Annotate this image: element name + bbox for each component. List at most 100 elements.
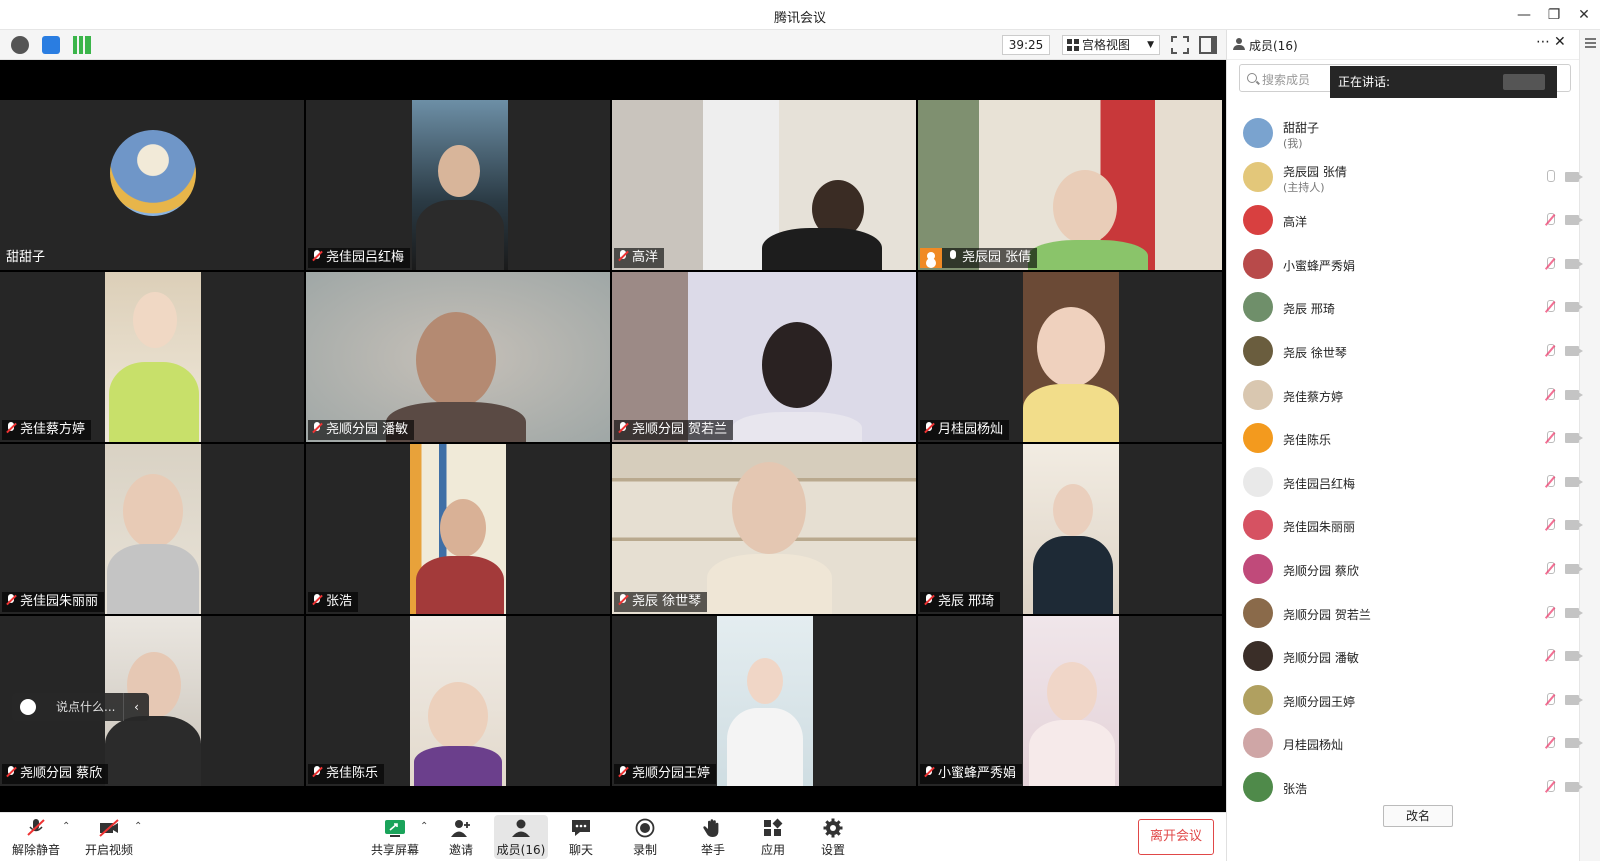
chat-placeholder: 说点什么... bbox=[56, 700, 116, 714]
member-row[interactable]: 尧顺分园 蔡欣 bbox=[1227, 548, 1583, 591]
camera-icon[interactable] bbox=[1565, 302, 1583, 312]
member-row[interactable]: 尧佳蔡方婷 bbox=[1227, 374, 1583, 417]
signal-icon[interactable] bbox=[73, 36, 91, 54]
mic-muted-icon[interactable] bbox=[1545, 736, 1555, 750]
share-options-caret[interactable]: ⌃ bbox=[420, 821, 428, 832]
mic-muted-icon[interactable] bbox=[1545, 300, 1555, 314]
mic-muted-icon[interactable] bbox=[1545, 344, 1555, 358]
info-icon[interactable] bbox=[11, 36, 29, 54]
mic-muted-icon[interactable] bbox=[1545, 388, 1555, 402]
invite-button[interactable]: 邀请 bbox=[434, 815, 488, 859]
raise-hand-button[interactable]: 举手 bbox=[686, 815, 740, 859]
chat-button[interactable]: 聊天 bbox=[554, 815, 608, 859]
video-tile[interactable]: 月桂园杨灿 bbox=[918, 272, 1222, 442]
camera-icon[interactable] bbox=[1565, 608, 1583, 618]
security-shield-icon[interactable] bbox=[42, 36, 60, 54]
video-tile[interactable]: 尧辰 邢琦 bbox=[918, 444, 1222, 614]
chat-quick-input[interactable]: 说点什么... ‹ bbox=[12, 693, 149, 721]
video-tile[interactable]: 甜甜子 bbox=[0, 100, 304, 270]
leave-meeting-button[interactable]: 离开会议 bbox=[1138, 819, 1214, 855]
video-options-caret[interactable]: ⌃ bbox=[134, 821, 142, 832]
members-button[interactable]: 成员(16) bbox=[494, 815, 548, 859]
video-tile[interactable]: 尧顺分园 贺若兰 bbox=[612, 272, 916, 442]
member-row[interactable]: 尧佳陈乐 bbox=[1227, 417, 1583, 460]
start-video-button[interactable]: 开启视频 bbox=[78, 815, 140, 859]
mic-muted-icon[interactable] bbox=[1545, 475, 1555, 489]
minimize-button[interactable]: — bbox=[1510, 4, 1538, 26]
video-tile[interactable]: 高洋 bbox=[612, 100, 916, 270]
close-button[interactable]: ✕ bbox=[1570, 4, 1598, 26]
video-tile[interactable]: 尧顺分园王婷 bbox=[612, 616, 916, 786]
camera-icon[interactable] bbox=[1565, 346, 1583, 356]
settings-button[interactable]: 设置 bbox=[806, 815, 860, 859]
video-tile[interactable]: 尧佳园朱丽丽 bbox=[0, 444, 304, 614]
emoji-icon[interactable] bbox=[20, 699, 36, 715]
mic-muted-icon[interactable] bbox=[1545, 562, 1555, 576]
mic-muted-icon[interactable] bbox=[1545, 257, 1555, 271]
video-tile[interactable]: 张浩 bbox=[306, 444, 610, 614]
member-row[interactable]: 月桂园杨灿 bbox=[1227, 722, 1583, 765]
mic-muted-icon[interactable] bbox=[1545, 606, 1555, 620]
camera-icon[interactable] bbox=[1565, 390, 1583, 400]
rename-button[interactable]: 改名 bbox=[1383, 805, 1453, 827]
mic-muted-icon[interactable] bbox=[1545, 518, 1555, 532]
member-row[interactable]: 小蜜蜂严秀娟 bbox=[1227, 243, 1583, 286]
mic-muted-icon[interactable] bbox=[1545, 431, 1555, 445]
more-options-icon[interactable]: ⋯ bbox=[1536, 34, 1550, 50]
camera-feed bbox=[612, 272, 916, 442]
member-row[interactable]: 尧辰 邢琦 bbox=[1227, 286, 1583, 329]
member-row[interactable]: 尧顺分园 贺若兰 bbox=[1227, 592, 1583, 635]
tile-label: 尧辰 邢琦 bbox=[920, 592, 1001, 612]
camera-icon[interactable] bbox=[1565, 215, 1583, 225]
fullscreen-icon[interactable] bbox=[1171, 36, 1189, 54]
member-row[interactable]: 尧辰 徐世琴 bbox=[1227, 330, 1583, 373]
record-button[interactable]: 录制 bbox=[618, 815, 672, 859]
camera-icon[interactable] bbox=[1565, 651, 1583, 661]
close-icon[interactable]: ✕ bbox=[1554, 34, 1566, 50]
camera-icon[interactable] bbox=[1565, 259, 1583, 269]
video-tile[interactable]: 小蜜蜂严秀娟 bbox=[918, 616, 1222, 786]
share-screen-button[interactable]: 共享屏幕 bbox=[364, 815, 426, 859]
camera-icon[interactable] bbox=[1565, 695, 1583, 705]
video-tile[interactable]: 尧佳陈乐 bbox=[306, 616, 610, 786]
camera-icon[interactable] bbox=[1565, 782, 1583, 792]
video-tile[interactable]: 尧佳园吕红梅 bbox=[306, 100, 610, 270]
apps-button[interactable]: 应用 bbox=[746, 815, 800, 859]
member-row[interactable]: 张浩 bbox=[1227, 766, 1583, 809]
camera-icon[interactable] bbox=[1565, 172, 1583, 182]
mic-muted-icon[interactable] bbox=[1545, 213, 1555, 227]
video-tile[interactable]: 尧顺分园 潘敏 bbox=[306, 272, 610, 442]
camera-icon[interactable] bbox=[1565, 564, 1583, 574]
mic-muted-icon[interactable] bbox=[1545, 780, 1555, 794]
camera-icon[interactable] bbox=[1565, 520, 1583, 530]
mic-muted-icon[interactable] bbox=[1545, 693, 1555, 707]
person-head bbox=[133, 292, 177, 348]
member-row[interactable]: 尧佳园朱丽丽 bbox=[1227, 504, 1583, 547]
maximize-button[interactable]: ❐ bbox=[1540, 4, 1568, 26]
view-mode-dropdown[interactable]: 宫格视图 ▼ bbox=[1062, 35, 1160, 55]
menu-icon[interactable] bbox=[1585, 38, 1596, 40]
member-row[interactable]: 尧顺分园 潘敏 bbox=[1227, 635, 1583, 678]
person-head bbox=[747, 658, 783, 704]
avatar bbox=[1243, 423, 1273, 453]
video-tile[interactable]: 尧佳蔡方婷 bbox=[0, 272, 304, 442]
audio-options-caret[interactable]: ⌃ bbox=[62, 821, 70, 832]
video-tile[interactable]: 尧辰园 张倩 bbox=[918, 100, 1222, 270]
member-row[interactable]: 尧佳园吕红梅 bbox=[1227, 461, 1583, 504]
member-row[interactable]: 高洋 bbox=[1227, 199, 1583, 242]
mic-icon[interactable] bbox=[1545, 170, 1555, 184]
mic-muted-icon bbox=[618, 594, 628, 607]
video-tile[interactable]: 尧辰 徐世琴 bbox=[612, 444, 916, 614]
camera-icon[interactable] bbox=[1565, 477, 1583, 487]
camera-icon[interactable] bbox=[1565, 738, 1583, 748]
avatar bbox=[1243, 336, 1273, 366]
collapse-arrow-icon[interactable]: ‹ bbox=[123, 693, 149, 721]
unmute-button[interactable]: 解除静音 bbox=[6, 815, 66, 859]
mic-muted-icon[interactable] bbox=[1545, 649, 1555, 663]
member-row[interactable]: 尧顺分园王婷 bbox=[1227, 679, 1583, 722]
camera-icon[interactable] bbox=[1565, 433, 1583, 443]
panel-toggle-icon[interactable] bbox=[1199, 36, 1217, 54]
person-body bbox=[1023, 384, 1119, 442]
member-row[interactable]: 甜甜子 (我) bbox=[1227, 112, 1579, 155]
member-row[interactable]: 尧辰园 张倩 (主持人) bbox=[1227, 156, 1583, 199]
